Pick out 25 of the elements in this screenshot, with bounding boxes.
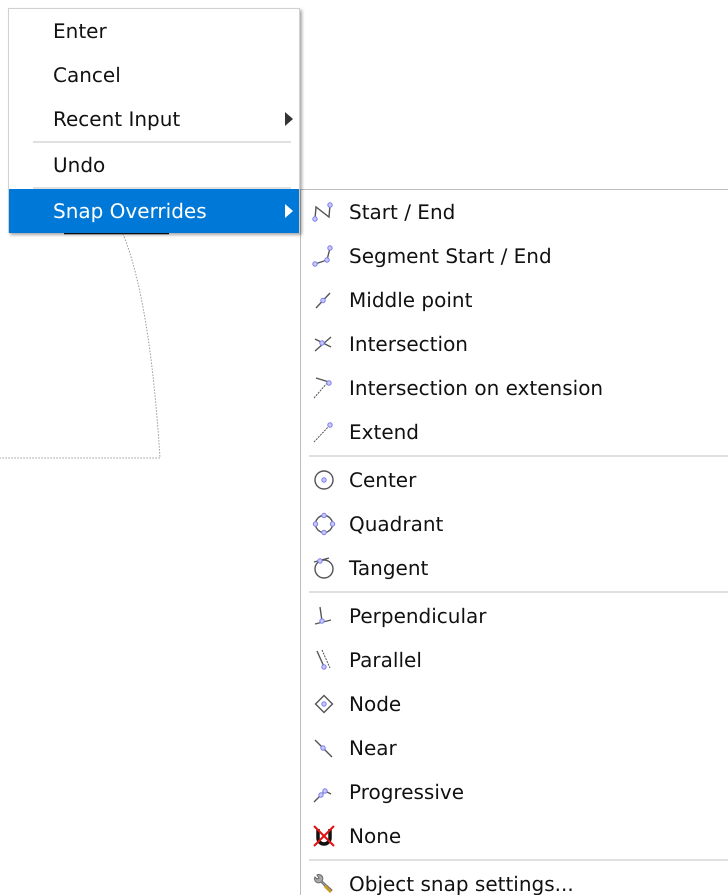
menu-item[interactable]: Recent Input: [9, 97, 299, 141]
menu-item[interactable]: Center: [301, 458, 728, 502]
menu-item[interactable]: Perpendicular: [301, 594, 728, 638]
menu-item[interactable]: Start / End: [301, 190, 728, 234]
menu-item[interactable]: Enter: [9, 9, 299, 53]
menu-item[interactable]: Tangent: [301, 546, 728, 590]
menu-item[interactable]: Segment Start / End: [301, 234, 728, 278]
menu-item[interactable]: Intersection: [301, 322, 728, 366]
menu-item[interactable]: Progressive: [301, 770, 728, 814]
menu-item[interactable]: Extend: [301, 410, 728, 454]
crossed-magnet-icon: [311, 823, 337, 849]
menu-item[interactable]: Node: [301, 682, 728, 726]
caret-icon: [285, 112, 293, 126]
menu-item[interactable]: None: [301, 814, 728, 858]
menu-item[interactable]: Undo: [9, 143, 299, 187]
menu-item[interactable]: Object snap settings...: [301, 862, 728, 895]
menu-item[interactable]: Near: [301, 726, 728, 770]
menu-item[interactable]: Cancel: [9, 53, 299, 97]
menu-item[interactable]: Parallel: [301, 638, 728, 682]
menu-item[interactable]: Snap Overrides: [9, 189, 299, 233]
circle-quadrant-icon: [311, 511, 337, 537]
menu-item[interactable]: Quadrant: [301, 502, 728, 546]
menu-item[interactable]: Intersection on extension: [301, 366, 728, 410]
caret-icon: [285, 204, 293, 218]
menu-item[interactable]: Middle point: [301, 278, 728, 322]
